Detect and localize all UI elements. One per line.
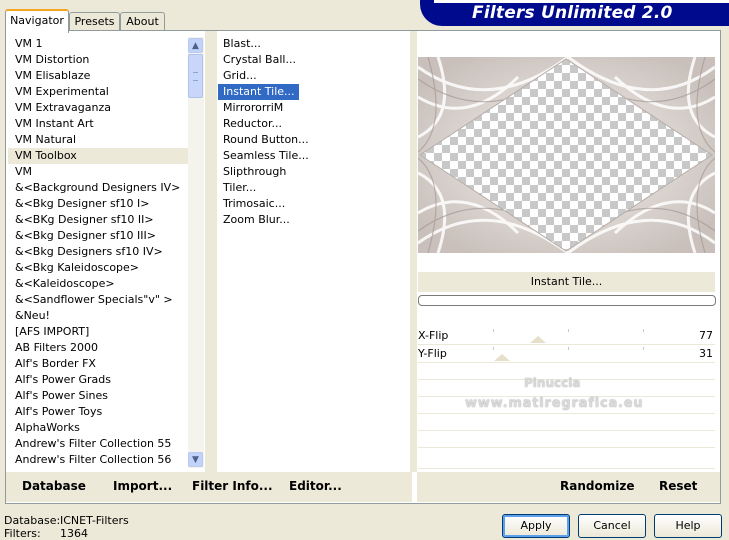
watermark-url: www.matiregrafica.eu — [465, 396, 644, 411]
category-item[interactable]: VM Distortion — [8, 52, 188, 68]
slider-tick — [493, 329, 494, 332]
category-item[interactable]: &<Bkg Designer sf10 III> — [8, 228, 188, 244]
category-item[interactable]: Andrew's Filter Collection 56 — [8, 452, 188, 468]
category-item[interactable]: &<Kaleidoscope> — [8, 276, 188, 292]
separator — [205, 31, 217, 472]
param-label: X-Flip — [418, 329, 449, 342]
slider-thumb[interactable] — [530, 336, 547, 343]
category-item[interactable]: VM Extravaganza — [8, 100, 188, 116]
category-item[interactable]: AlphaWorks — [8, 420, 188, 436]
param-slider-row[interactable]: Y-Flip 31 — [418, 345, 715, 363]
reset-button[interactable]: Reset — [659, 479, 697, 493]
category-scrollbar[interactable]: ▲ ▼ — [188, 37, 204, 468]
preview-top-margin — [418, 36, 715, 57]
param-label: Y-Flip — [418, 347, 447, 360]
current-filter-label: Instant Tile... — [418, 272, 715, 292]
category-item[interactable]: [AFS IMPORT] — [8, 324, 188, 340]
cancel-button[interactable]: Cancel — [578, 514, 646, 538]
help-button[interactable]: Help — [654, 514, 722, 538]
param-row-empty — [418, 448, 715, 469]
preview-image — [418, 57, 715, 253]
filter-item[interactable]: Crystal Ball... — [218, 52, 408, 68]
progress-bar — [418, 295, 716, 306]
filter-item[interactable]: Tiler... — [218, 180, 408, 196]
category-item[interactable]: &<Bkg Kaleidoscope> — [8, 260, 188, 276]
app-title: Filters Unlimited 2.0 — [472, 3, 673, 23]
filter-info-button[interactable]: Filter Info... — [192, 479, 273, 493]
category-item[interactable]: VM Instant Art — [8, 116, 188, 132]
filter-item[interactable]: Slipthrough — [218, 164, 408, 180]
separator — [410, 31, 417, 472]
category-item[interactable]: Alf's Power Toys — [8, 404, 188, 420]
filter-item[interactable]: Blast... — [218, 36, 408, 52]
category-item[interactable]: VM Natural — [8, 132, 188, 148]
preview-bottom-margin — [418, 253, 715, 272]
filter-item[interactable]: Grid... — [218, 68, 408, 84]
database-label: Database: — [4, 514, 61, 527]
tab-navigator[interactable]: Navigator — [5, 9, 69, 33]
category-item[interactable]: VM Toolbox — [8, 148, 188, 164]
category-item[interactable]: &<Bkg Designers sf10 IV> — [8, 244, 188, 260]
filter-item[interactable]: Trimosaic... — [218, 196, 408, 212]
category-item[interactable]: &<Bkg Designer sf10 I> — [8, 196, 188, 212]
category-item[interactable]: Alf's Power Sines — [8, 388, 188, 404]
filter-list[interactable]: Blast... Crystal Ball... Grid... Instant Ti… — [218, 36, 408, 468]
param-value: 77 — [699, 329, 713, 342]
tab-label: About — [126, 15, 159, 28]
scroll-up-button[interactable]: ▲ — [188, 38, 203, 53]
category-item[interactable]: &<Background Designers IV> — [8, 180, 188, 196]
param-value: 31 — [699, 347, 713, 360]
filter-item[interactable]: Seamless Tile... — [218, 148, 408, 164]
category-item[interactable]: &Neu! — [8, 308, 188, 324]
scroll-down-button[interactable]: ▼ — [188, 452, 203, 467]
category-item[interactable]: VM — [8, 164, 188, 180]
import-button[interactable]: Import... — [113, 479, 172, 493]
slider-tick — [493, 347, 494, 350]
preview-canvas — [418, 57, 715, 253]
category-item[interactable]: Alf's Border FX — [8, 356, 188, 372]
title-banner: Filters Unlimited 2.0 — [420, 0, 729, 26]
watermark-name: Pinuccia — [524, 376, 581, 390]
param-row-empty — [418, 414, 715, 431]
filter-item[interactable]: MirrororriM — [218, 100, 408, 116]
category-item[interactable]: VM 1 — [8, 36, 188, 52]
filter-item[interactable]: Instant Tile... — [218, 84, 299, 100]
slider-tick — [643, 329, 644, 332]
filter-item[interactable]: Zoom Blur... — [218, 212, 408, 228]
category-item[interactable]: Andrew's Filter Collection 55 — [8, 436, 188, 452]
slider-thumb[interactable] — [494, 354, 511, 361]
editor-button[interactable]: Editor... — [289, 479, 342, 493]
tab-presets[interactable]: Presets — [69, 12, 120, 31]
chevron-up-icon: ▲ — [192, 40, 199, 51]
database-button[interactable]: Database — [22, 479, 86, 493]
category-item[interactable]: &<BKg Designer sf10 II> — [8, 212, 188, 228]
category-item[interactable]: AB Filters 2000 — [8, 340, 188, 356]
scroll-thumb[interactable] — [188, 54, 203, 98]
param-slider-row[interactable]: X-Flip 77 — [418, 327, 715, 345]
param-row-empty — [418, 431, 715, 448]
chevron-down-icon: ▼ — [192, 454, 199, 465]
category-item[interactable]: &<Sandflower Specials"v" > — [8, 292, 188, 308]
tab-about[interactable]: About — [120, 12, 165, 31]
slider-tick — [643, 347, 644, 350]
filters-label: Filters: — [4, 527, 41, 540]
filters-count: 1364 — [60, 527, 88, 540]
apply-button[interactable]: Apply — [502, 514, 570, 538]
randomize-button[interactable]: Randomize — [560, 479, 634, 493]
category-item[interactable]: VM Experimental — [8, 84, 188, 100]
filter-item[interactable]: Round Button... — [218, 132, 408, 148]
separator — [412, 472, 417, 502]
category-list[interactable]: VM 1 VM Distortion VM Elisablaze VM Experim… — [8, 36, 188, 468]
slider-tick — [568, 347, 569, 350]
tab-label: Navigator — [10, 14, 64, 27]
category-item[interactable]: Alf's Power Grads — [8, 372, 188, 388]
tab-label: Presets — [74, 15, 115, 28]
slider-tick — [568, 329, 569, 332]
filter-item[interactable]: Reductor... — [218, 116, 408, 132]
database-value: ICNET-Filters — [60, 514, 129, 527]
category-item[interactable]: VM Elisablaze — [8, 68, 188, 84]
